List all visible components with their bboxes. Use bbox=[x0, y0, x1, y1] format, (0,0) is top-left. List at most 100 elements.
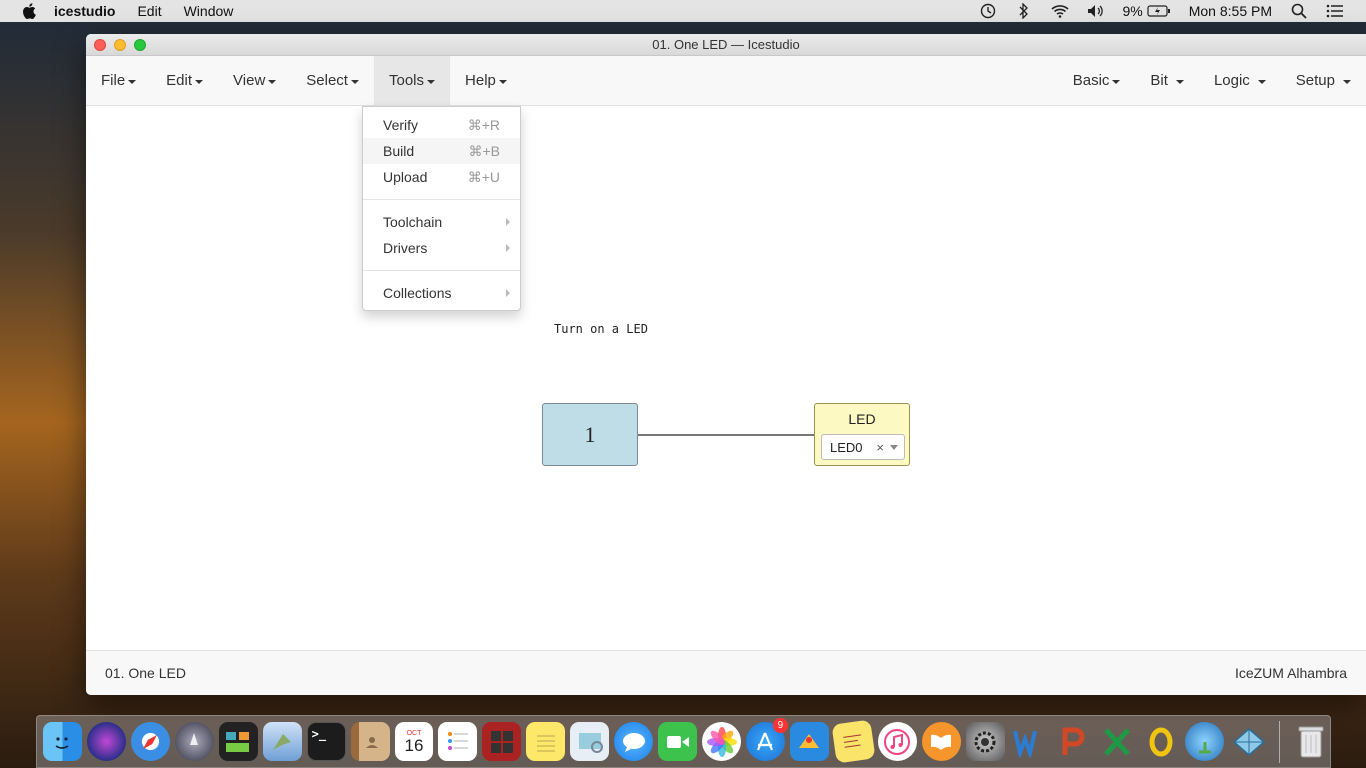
excel-icon[interactable] bbox=[1098, 722, 1137, 761]
caret-down-icon bbox=[498, 79, 507, 84]
finder-icon[interactable] bbox=[43, 722, 82, 761]
volume-icon[interactable] bbox=[1087, 3, 1105, 19]
menu-edit[interactable]: Edit bbox=[137, 3, 161, 19]
caret-down-icon bbox=[1112, 79, 1121, 84]
shortcut-build: ⌘+B bbox=[468, 142, 500, 159]
menu-help-label: Help bbox=[465, 72, 496, 89]
app-store-icon[interactable]: 9 bbox=[746, 718, 788, 761]
app-window: 01. One LED — Icestudio File Edit View S… bbox=[86, 34, 1366, 695]
led-block-title: LED bbox=[848, 411, 876, 427]
menu-select-label: Select bbox=[306, 72, 348, 89]
icestudio-icon[interactable] bbox=[1229, 722, 1268, 761]
menu-item-verify-label: Verify bbox=[383, 117, 419, 133]
outlook-icon[interactable] bbox=[1141, 722, 1180, 761]
notes-icon[interactable] bbox=[526, 722, 566, 761]
photo-booth-icon[interactable] bbox=[218, 722, 258, 761]
menu-file[interactable]: File bbox=[86, 56, 151, 105]
chevron-down-icon[interactable] bbox=[890, 444, 898, 450]
menu-item-upload-label: Upload bbox=[383, 169, 428, 185]
facetime-icon[interactable] bbox=[658, 722, 698, 761]
submenu-arrow-icon bbox=[506, 289, 510, 297]
project-name: 01. One LED bbox=[105, 665, 186, 681]
pixelmator-icon[interactable] bbox=[789, 722, 829, 761]
itunes-icon[interactable] bbox=[877, 722, 917, 761]
calendar-icon[interactable]: OCT 16 bbox=[394, 722, 434, 761]
menu-item-verify[interactable]: Verify ⌘+R bbox=[363, 112, 520, 138]
bluetooth-icon[interactable] bbox=[1015, 3, 1033, 19]
safari-icon[interactable] bbox=[130, 722, 170, 761]
caret-down-icon bbox=[350, 79, 359, 84]
constant-block[interactable]: 1 bbox=[542, 403, 638, 466]
time-machine-icon[interactable] bbox=[979, 3, 997, 19]
window-title: 01. One LED — Icestudio bbox=[652, 37, 800, 52]
stickies-icon[interactable] bbox=[831, 719, 876, 764]
caret-down-icon bbox=[1175, 79, 1184, 84]
spotlight-search-icon[interactable] bbox=[1290, 3, 1308, 19]
menu-item-collections[interactable]: Collections bbox=[363, 280, 520, 306]
menu-item-build[interactable]: Build ⌘+B bbox=[363, 138, 520, 164]
battery-charging-icon[interactable] bbox=[1147, 3, 1171, 19]
window-titlebar[interactable]: 01. One LED — Icestudio bbox=[86, 34, 1366, 56]
menu-logic-label: Logic bbox=[1213, 72, 1250, 89]
launchpad-icon[interactable] bbox=[174, 722, 214, 761]
menu-view[interactable]: View bbox=[218, 56, 291, 105]
led-pin-value: LED0 bbox=[830, 439, 863, 455]
app-name-menu[interactable]: icestudio bbox=[54, 3, 115, 19]
menu-help[interactable]: Help bbox=[450, 56, 522, 105]
menu-window[interactable]: Window bbox=[184, 3, 234, 19]
contacts-icon[interactable] bbox=[350, 722, 390, 761]
menu-edit-label: Edit bbox=[166, 72, 193, 89]
menu-item-upload[interactable]: Upload ⌘+U bbox=[363, 164, 520, 190]
close-window-button[interactable] bbox=[94, 38, 106, 51]
menu-setup[interactable]: Setup bbox=[1281, 56, 1366, 105]
menu-logic[interactable]: Logic bbox=[1199, 56, 1281, 105]
wifi-icon[interactable] bbox=[1050, 3, 1069, 19]
messages-icon[interactable] bbox=[614, 722, 654, 761]
submenu-arrow-icon bbox=[506, 218, 510, 226]
led-output-block[interactable]: LED LED0 × bbox=[814, 403, 910, 466]
battery-percent: 9% bbox=[1122, 3, 1143, 19]
menu-item-drivers[interactable]: Drivers bbox=[363, 235, 520, 261]
design-canvas[interactable]: Turn on a LED 1 LED LED0 × bbox=[86, 106, 1366, 650]
siri-icon[interactable] bbox=[86, 722, 126, 761]
menu-tools-label: Tools bbox=[388, 72, 425, 89]
board-selector[interactable]: IceZUM Alhambra bbox=[1235, 665, 1347, 681]
caret-down-icon bbox=[268, 79, 277, 84]
status-footer: 01. One LED IceZUM Alhambra bbox=[86, 650, 1366, 695]
zoom-window-button[interactable] bbox=[134, 38, 146, 51]
dock-separator bbox=[1279, 720, 1281, 763]
apple-icon[interactable] bbox=[20, 2, 38, 20]
mail-icon[interactable] bbox=[262, 722, 302, 761]
minimize-window-button[interactable] bbox=[114, 38, 126, 51]
caret-down-icon bbox=[195, 79, 204, 84]
ibooks-icon[interactable] bbox=[921, 722, 961, 761]
wire[interactable] bbox=[638, 434, 814, 436]
dock: >_ OCT 16 9 bbox=[36, 715, 1331, 768]
system-preferences-icon[interactable] bbox=[965, 722, 1005, 761]
preview-icon[interactable] bbox=[570, 722, 610, 761]
menu-item-toolchain[interactable]: Toolchain bbox=[363, 209, 520, 235]
submenu-arrow-icon bbox=[506, 244, 510, 252]
network-utility-icon[interactable] bbox=[1185, 722, 1225, 761]
menu-select[interactable]: Select bbox=[291, 56, 374, 105]
led-pin-select[interactable]: LED0 × bbox=[821, 434, 905, 460]
caret-down-icon bbox=[1257, 79, 1266, 84]
clock[interactable]: Mon 8:55 PM bbox=[1189, 3, 1272, 19]
comment-note[interactable]: Turn on a LED bbox=[554, 322, 648, 336]
menu-bit[interactable]: Bit bbox=[1135, 56, 1199, 105]
notification-center-icon[interactable] bbox=[1326, 3, 1344, 19]
app-menubar: File Edit View Select Tools Help Basic B… bbox=[86, 56, 1366, 106]
menu-edit-app[interactable]: Edit bbox=[151, 56, 218, 105]
calendar-day: 16 bbox=[404, 735, 424, 755]
photobooth-icon[interactable] bbox=[482, 722, 522, 761]
powerpoint-icon[interactable] bbox=[1054, 722, 1093, 761]
menu-item-collections-label: Collections bbox=[383, 285, 452, 301]
word-icon[interactable] bbox=[1010, 722, 1049, 761]
photos-icon[interactable] bbox=[702, 722, 742, 761]
terminal-icon[interactable]: >_ bbox=[306, 722, 346, 761]
clear-selection-icon[interactable]: × bbox=[876, 440, 884, 455]
menu-tools[interactable]: Tools bbox=[373, 56, 451, 105]
trash-icon[interactable] bbox=[1291, 722, 1330, 761]
menu-basic[interactable]: Basic bbox=[1058, 56, 1136, 105]
reminders-icon[interactable] bbox=[438, 722, 478, 761]
